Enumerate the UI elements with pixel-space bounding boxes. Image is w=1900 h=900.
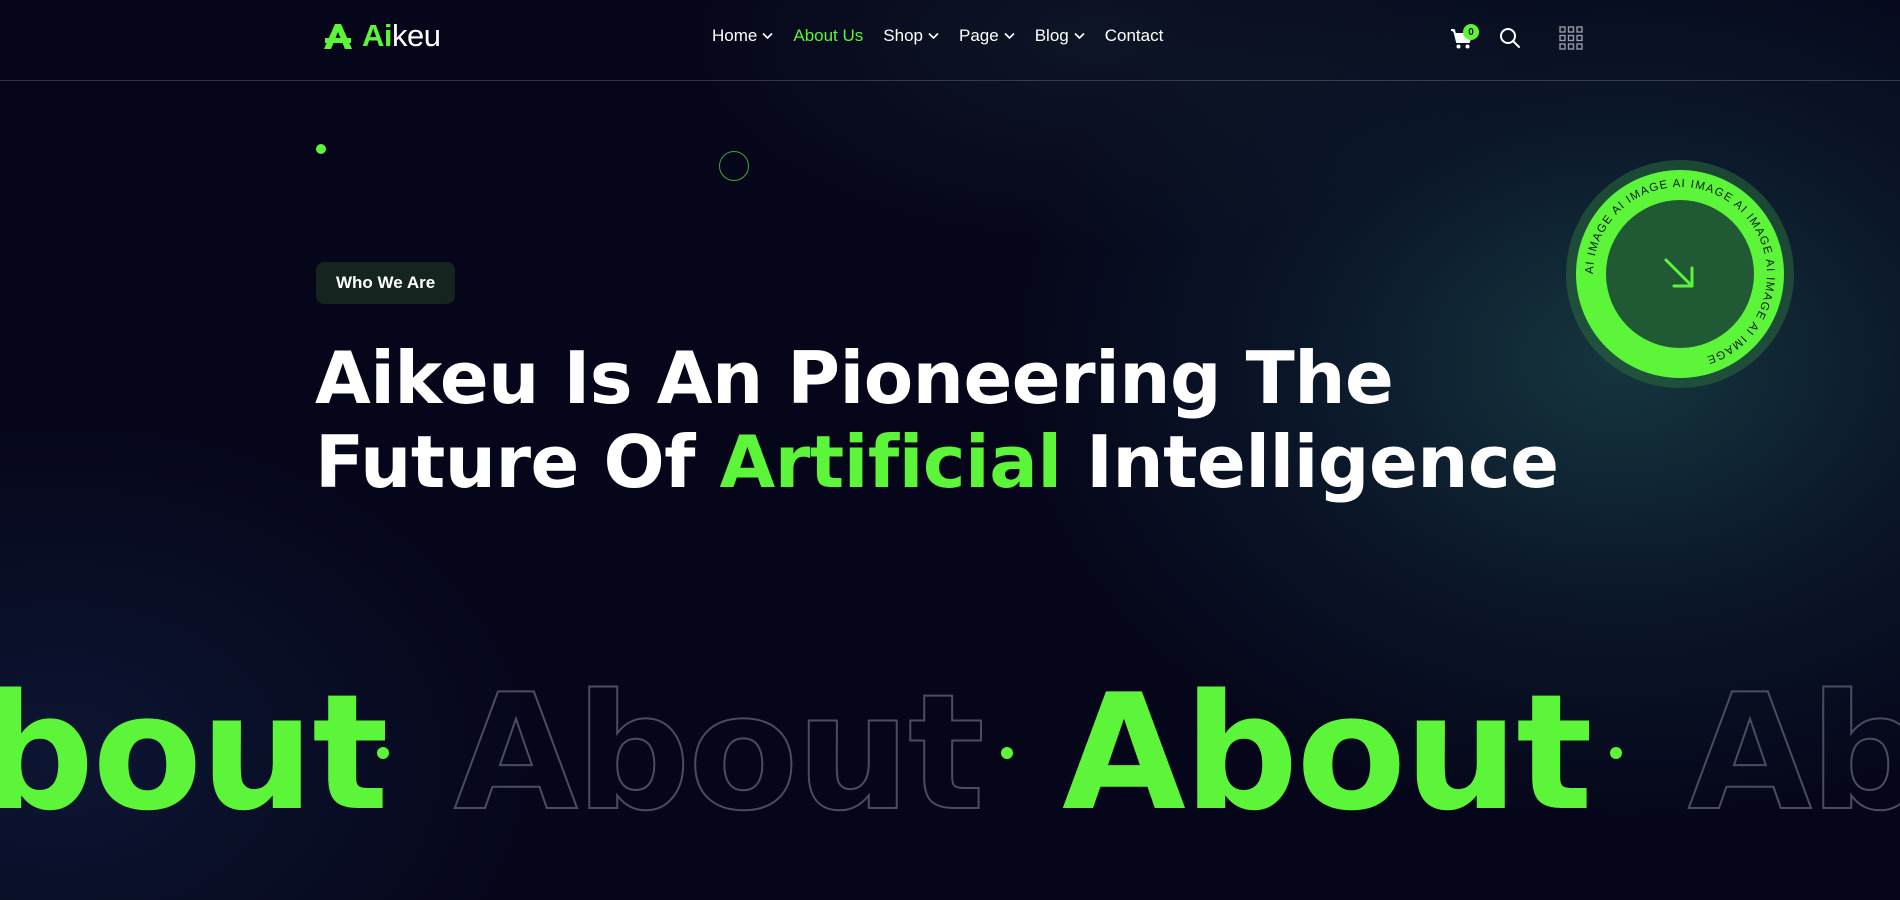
nav-item-blog[interactable]: Blog: [1035, 26, 1085, 46]
headline-line-2-start: Future Of: [315, 420, 720, 504]
about-page: Aikeu Home About Us Shop Page Blog Conta…: [0, 0, 1900, 900]
chevron-down-icon: [762, 32, 773, 40]
nav-label: Contact: [1104, 26, 1164, 45]
section-badge-label: Who We Are: [336, 273, 436, 292]
marquee-word-solid: About: [0, 659, 389, 846]
main-nav: Home About Us Shop Page Blog Contact: [712, 24, 1163, 48]
hero-headline: Aikeu Is An Pioneering The Future Of Art…: [315, 336, 1565, 504]
nav-item-about-us[interactable]: About Us: [793, 26, 863, 46]
marquee-word-outline: About: [453, 659, 986, 846]
nav-item-shop[interactable]: Shop: [883, 26, 939, 46]
chevron-down-icon: [1074, 32, 1085, 40]
headline-line-2-end: Intelligence: [1061, 420, 1559, 504]
marquee-word-solid: About: [1062, 659, 1593, 846]
logo-text-keu: keu: [392, 18, 441, 53]
rotating-badge[interactable]: AI IMAGE AI IMAGE AI IMAGE AI IMAGE AI I…: [1564, 158, 1796, 390]
nav-item-contact[interactable]: Contact: [1105, 26, 1164, 46]
nav-label: Page: [959, 26, 999, 45]
cart-button[interactable]: 0: [1450, 24, 1479, 50]
nav-label: Home: [712, 26, 758, 45]
section-badge: Who We Are: [316, 262, 456, 304]
nav-label: About Us: [793, 26, 864, 45]
rotating-badge-graphic: AI IMAGE AI IMAGE AI IMAGE AI IMAGE AI I…: [1566, 160, 1794, 388]
nav-label: Shop: [883, 26, 923, 45]
headline-line-1: Aikeu Is An Pioneering The: [315, 336, 1394, 420]
cart-count-badge: 0: [1463, 24, 1479, 40]
nav-item-page[interactable]: Page: [959, 26, 1015, 46]
decorative-dot: [316, 144, 326, 154]
nav-label: Blog: [1034, 26, 1069, 45]
decorative-ring: [719, 151, 749, 181]
logo-text-ai: Ai: [362, 18, 393, 53]
grid-menu-icon[interactable]: [1559, 26, 1583, 50]
marquee-separator-dot: [377, 747, 389, 759]
logo-mark-icon: [324, 24, 352, 49]
header-actions: 0: [1450, 22, 1590, 52]
search-icon[interactable]: [1499, 27, 1521, 49]
chevron-down-icon: [1004, 32, 1015, 40]
site-logo[interactable]: Aikeu: [322, 18, 441, 54]
marquee-separator-dot: [1001, 747, 1013, 759]
headline-highlight: Artificial: [719, 420, 1062, 504]
nav-item-home[interactable]: Home: [712, 26, 773, 46]
marquee-separator-dot: [1610, 747, 1622, 759]
logo-text: Aikeu: [362, 18, 441, 54]
marquee-word-outline: About: [1687, 659, 1900, 846]
site-header: Aikeu Home About Us Shop Page Blog Conta…: [0, 0, 1900, 81]
chevron-down-icon: [928, 32, 939, 40]
